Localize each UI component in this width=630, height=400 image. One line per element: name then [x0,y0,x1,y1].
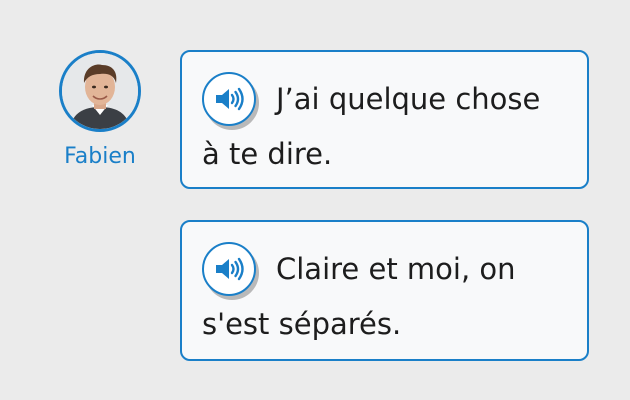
person-photo-icon [62,53,138,129]
dialogue-panel: Fabien J’ai quelque chose à te dire. Cla… [0,0,630,400]
message-text-line: s'est séparés. [202,307,402,341]
message-text-line: J’ai quelque chose [276,82,541,116]
speaker: Fabien [56,50,144,170]
play-audio-button[interactable] [202,72,256,126]
speaker-icon [216,257,244,281]
speaker-icon [216,87,244,111]
play-audio-button[interactable] [202,242,256,296]
message-text-line: Claire et moi, on [276,252,516,286]
speaker-name: Fabien [64,144,136,169]
speaker-avatar [59,50,141,132]
message-text-line: à te dire. [202,137,333,171]
speech-bubble: Claire et moi, on s'est séparés. [180,220,589,361]
speech-bubble: J’ai quelque chose à te dire. [180,50,589,189]
